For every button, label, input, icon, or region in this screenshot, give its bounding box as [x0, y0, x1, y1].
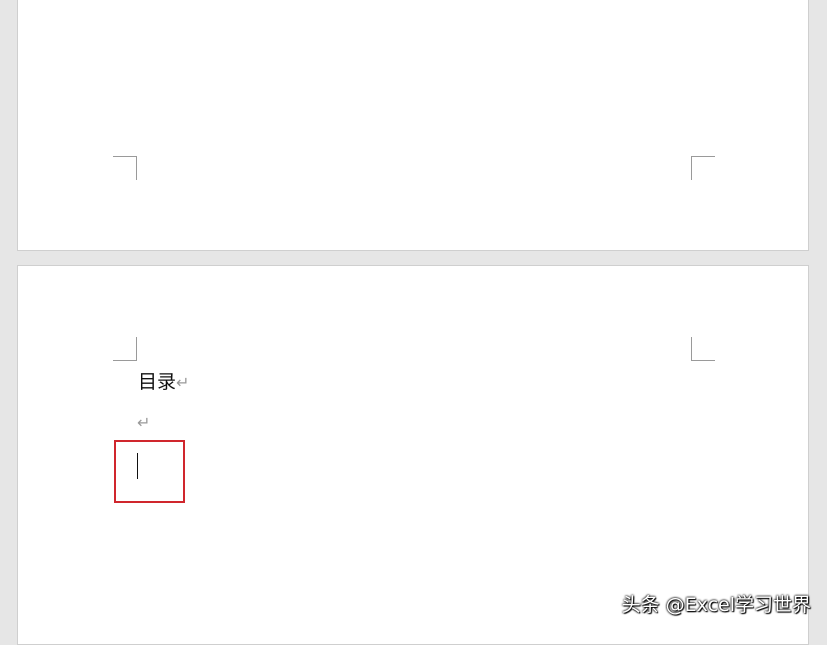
- crop-mark-top-left: [113, 337, 137, 361]
- crop-mark-top-right: [691, 337, 715, 361]
- document-page-previous[interactable]: [17, 0, 809, 251]
- empty-paragraph[interactable]: ↵: [137, 413, 150, 433]
- text-cursor: [137, 453, 138, 479]
- paragraph-mark-icon: ↵: [176, 373, 190, 392]
- cursor-highlight-box: [114, 440, 185, 503]
- document-page-current[interactable]: 目录↵ ↵: [17, 265, 809, 645]
- watermark-label: 头条 @Excel学习世界: [621, 594, 811, 616]
- toc-heading: 目录: [138, 371, 177, 393]
- crop-mark-bottom-left: [113, 156, 137, 180]
- paragraph-mark-icon: ↵: [137, 413, 151, 432]
- crop-mark-bottom-right: [691, 156, 715, 180]
- toc-heading-paragraph[interactable]: 目录↵: [138, 370, 189, 395]
